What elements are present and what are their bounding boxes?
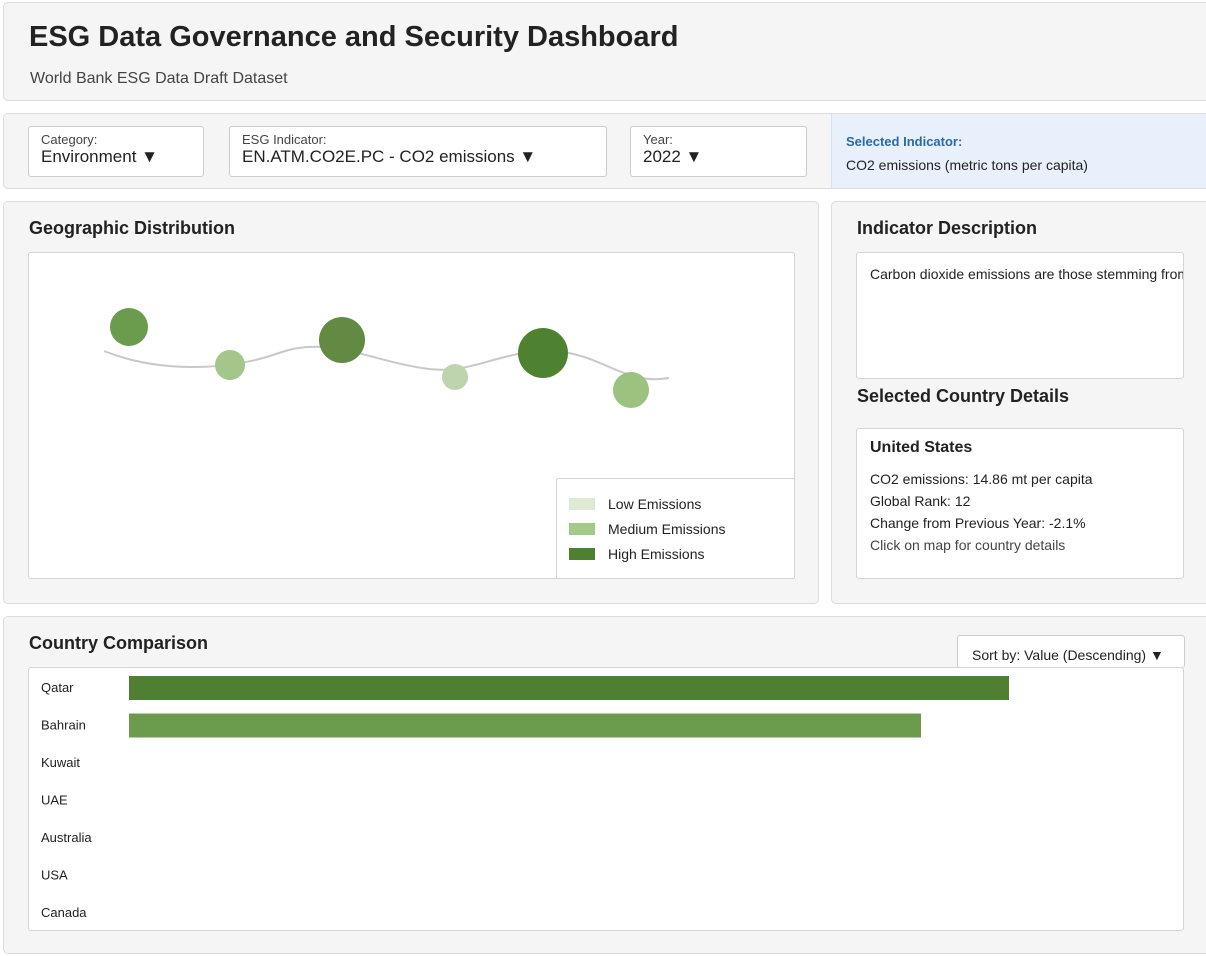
selected-indicator-box: Selected Indicator: CO2 emissions (metri… (831, 114, 1206, 188)
selected-indicator-value: CO2 emissions (metric tons per capita) (846, 157, 1088, 173)
geographic-distribution-panel: Geographic Distribution Low Emissions Me… (3, 201, 819, 604)
legend-label-medium: Medium Emissions (608, 521, 726, 537)
country-comparison-panel: Country Comparison Sort by: Value (Desce… (3, 616, 1206, 954)
header-panel: ESG Data Governance and Security Dashboa… (3, 2, 1206, 101)
legend-item-high: High Emissions (569, 544, 704, 564)
indicator-value: EN.ATM.CO2E.PC - CO2 emissions ▼ (242, 147, 537, 166)
indicator-label: ESG Indicator: (242, 132, 327, 147)
category-value: Environment ▼ (41, 147, 158, 166)
map-legend: Low Emissions Medium Emissions High Emis… (556, 478, 795, 579)
legend-item-low: Low Emissions (569, 494, 701, 514)
map-area[interactable]: Low Emissions Medium Emissions High Emis… (28, 252, 795, 579)
legend-swatch-low (569, 498, 595, 510)
country-label: Canada (41, 905, 87, 920)
country-label: Qatar (41, 680, 74, 695)
comparison-chart: Qatar Bahrain Kuwait UAE Australia USA Canada (28, 667, 1184, 931)
description-title: Indicator Description (857, 218, 1038, 238)
comparison-title: Country Comparison (29, 633, 209, 653)
legend-label-high: High Emissions (608, 546, 705, 562)
country-label: Kuwait (41, 755, 80, 770)
country-rank: Global Rank: 12 (870, 493, 971, 509)
details-hint: Click on map for country details (870, 537, 1066, 553)
sort-dropdown[interactable]: Sort by: Value (Descending) ▼ (957, 635, 1185, 668)
country-label: UAE (41, 793, 68, 808)
comparison-bar[interactable] (129, 713, 921, 738)
country-details-box: United States CO2 emissions: 14.86 mt pe… (856, 428, 1184, 579)
indicator-dropdown[interactable]: ESG Indicator: EN.ATM.CO2E.PC - CO2 emis… (229, 126, 607, 177)
year-dropdown[interactable]: Year: 2022 ▼ (630, 126, 807, 177)
map-bubble[interactable] (110, 308, 148, 346)
filter-bar: Category: Environment ▼ ESG Indicator: E… (3, 113, 1206, 189)
year-label: Year: (643, 132, 673, 147)
indicator-details-panel: Indicator Description Carbon dioxide emi… (831, 201, 1206, 604)
comparison-bar[interactable] (129, 676, 1009, 700)
map-bubble[interactable] (215, 350, 245, 380)
country-label: Australia (41, 830, 92, 845)
country-name: United States (870, 439, 973, 456)
map-bubble[interactable] (442, 364, 468, 390)
country-emissions: CO2 emissions: 14.86 mt per capita (870, 471, 1093, 487)
map-bubble[interactable] (319, 317, 365, 363)
legend-label-low: Low Emissions (608, 496, 702, 512)
country-label: Bahrain (41, 718, 86, 733)
comparison-chart-svg: Qatar Bahrain Kuwait UAE Australia USA Canada (41, 676, 1009, 920)
description-box: Carbon dioxide emissions are those stemm… (856, 252, 1184, 379)
category-dropdown[interactable]: Category: Environment ▼ (28, 126, 204, 177)
map-bubble[interactable] (518, 328, 568, 378)
details-title: Selected Country Details (857, 386, 1070, 406)
country-label: USA (41, 868, 68, 883)
country-change: Change from Previous Year: -2.1% (870, 515, 1086, 531)
map-route-line (103, 345, 670, 381)
legend-swatch-medium (569, 523, 595, 535)
description-text: Carbon dioxide emissions are those stemm… (870, 266, 1184, 282)
page-subtitle: World Bank ESG Data Draft Dataset (30, 70, 288, 87)
category-label: Category: (41, 132, 98, 147)
page-title: ESG Data Governance and Security Dashboa… (29, 21, 679, 53)
legend-swatch-high (569, 548, 595, 560)
year-value: 2022 ▼ (643, 147, 703, 166)
legend-item-medium: Medium Emissions (569, 519, 725, 539)
map-bubble[interactable] (613, 372, 649, 408)
selected-indicator-title: Selected Indicator: (846, 134, 963, 149)
geo-title: Geographic Distribution (29, 218, 236, 238)
